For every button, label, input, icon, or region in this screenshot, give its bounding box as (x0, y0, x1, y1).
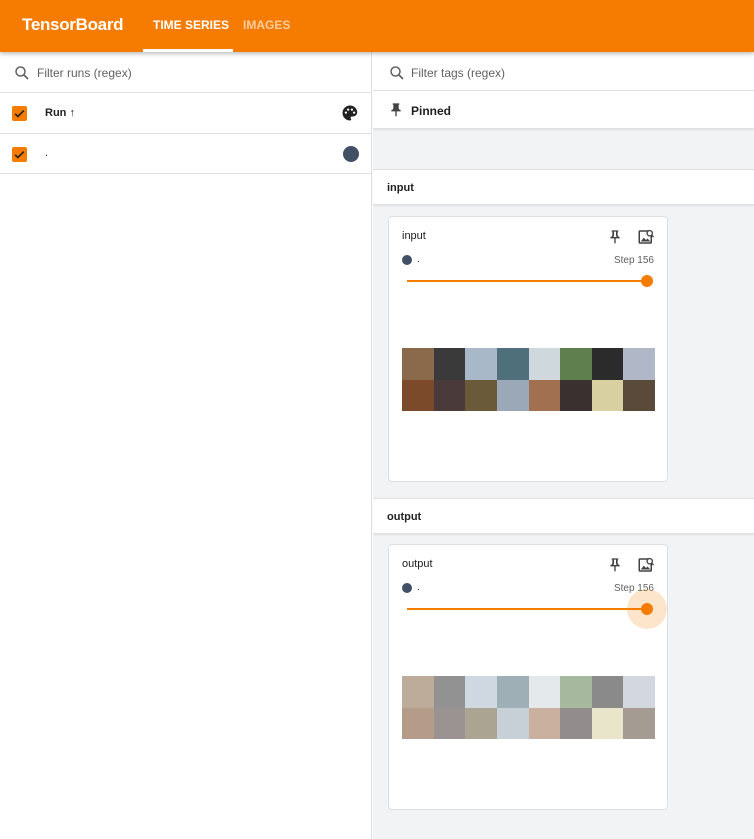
run-column-sort-header[interactable]: Run ↑ (45, 107, 75, 119)
group-name: output (387, 511, 422, 523)
image-sample-tile (465, 707, 497, 739)
select-all-runs-checkbox[interactable] (12, 106, 27, 121)
image-sample-grid[interactable] (402, 676, 655, 739)
image-sample-tile (623, 379, 655, 411)
runs-table-header: Run ↑ (0, 93, 372, 134)
run-name: . (45, 147, 49, 159)
image-sample-tile (496, 707, 529, 739)
runs-sidebar: Filter runs (regex) Run ↑ . (0, 52, 372, 839)
search-icon (390, 66, 404, 80)
image-card-input: input . Step 156 (388, 216, 668, 482)
pinned-section-header: Pinned (373, 91, 754, 129)
image-sample-tile (623, 707, 655, 739)
pin-icon (391, 103, 401, 117)
step-slider[interactable] (407, 589, 667, 629)
actual-size-icon[interactable] (637, 228, 655, 246)
slider-track (407, 280, 649, 282)
image-sample-tile (528, 379, 561, 411)
image-sample-tile (496, 348, 529, 380)
group-name: input (387, 182, 414, 194)
image-sample-tile (496, 676, 529, 708)
run-row[interactable]: . (0, 134, 372, 174)
image-sample-tile (465, 676, 497, 708)
run-legend-dot (402, 583, 412, 593)
card-title: input (402, 230, 426, 242)
app-brand: TensorBoard (22, 15, 124, 34)
tag-filter-placeholder: Filter tags (regex) (411, 66, 506, 80)
palette-icon[interactable] (341, 104, 359, 122)
main-panel: Filter tags (regex) Pinned input input .… (373, 52, 754, 839)
group-header-input[interactable]: input (373, 169, 754, 205)
image-sample-tile (623, 348, 655, 380)
search-icon (15, 66, 29, 80)
image-sample-tile (433, 379, 466, 411)
actual-size-icon[interactable] (637, 556, 655, 574)
runs-filter-input[interactable]: Filter runs (regex) (0, 52, 372, 93)
runs-filter-placeholder: Filter runs (regex) (37, 66, 132, 80)
tab-images[interactable]: IMAGES (243, 18, 290, 32)
image-sample-tile (433, 707, 466, 739)
slider-track (407, 608, 649, 610)
run-legend-name: . (417, 582, 420, 593)
image-sample-tile (402, 348, 434, 380)
image-sample-tile (433, 348, 466, 380)
pinned-label: Pinned (411, 104, 452, 118)
image-sample-tile (528, 348, 561, 380)
image-sample-tile (623, 676, 655, 708)
image-sample-tile (560, 348, 592, 380)
image-sample-tile (402, 676, 434, 708)
active-tab-indicator (143, 49, 233, 52)
card-title: output (402, 558, 433, 570)
tab-time-series[interactable]: TIME SERIES (153, 18, 229, 32)
image-sample-grid[interactable] (402, 348, 655, 411)
image-sample-tile (560, 676, 592, 708)
image-sample-tile (591, 676, 624, 708)
image-sample-tile (402, 707, 434, 739)
image-sample-tile (402, 379, 434, 411)
step-label: Step 156 (613, 255, 654, 266)
pin-card-icon[interactable] (607, 557, 623, 573)
run-legend-dot (402, 255, 412, 265)
image-sample-tile (528, 676, 561, 708)
check-icon (14, 150, 25, 159)
image-sample-tile (433, 676, 466, 708)
image-sample-tile (560, 379, 592, 411)
image-sample-tile (560, 707, 592, 739)
image-sample-tile (465, 379, 497, 411)
image-sample-tile (528, 707, 561, 739)
top-app-bar: TensorBoard TIME SERIES IMAGES (0, 0, 754, 52)
step-slider[interactable] (407, 273, 653, 289)
image-card-output: output . Step 156 (388, 544, 668, 810)
image-sample-tile (496, 379, 529, 411)
run-color-swatch[interactable] (343, 146, 359, 162)
tag-filter-input[interactable]: Filter tags (regex) (373, 52, 754, 91)
run-legend-name: . (417, 254, 420, 265)
image-sample-tile (591, 707, 624, 739)
image-sample-tile (591, 348, 624, 380)
group-header-output[interactable]: output (373, 498, 754, 534)
image-sample-tile (591, 379, 624, 411)
slider-thumb[interactable] (641, 275, 653, 287)
check-icon (14, 109, 25, 118)
slider-thumb[interactable] (641, 603, 653, 615)
image-sample-tile (465, 348, 497, 380)
run-checkbox[interactable] (12, 147, 27, 162)
pin-card-icon[interactable] (607, 229, 623, 245)
